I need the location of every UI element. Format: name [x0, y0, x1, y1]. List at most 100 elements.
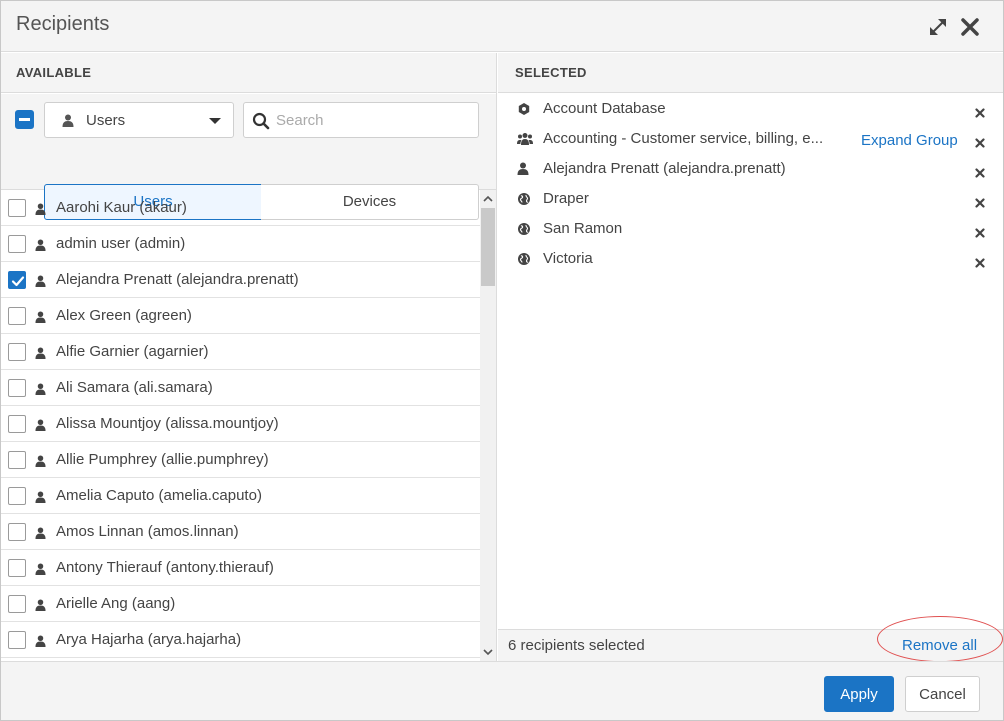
available-toolbar: Users Users Devices: [1, 94, 496, 220]
user-icon: [35, 562, 46, 575]
user-icon: [35, 634, 46, 647]
user-icon: [517, 162, 531, 176]
globe-icon: [517, 252, 531, 266]
search-input[interactable]: [276, 109, 472, 131]
remove-icon[interactable]: [975, 105, 985, 118]
user-icon: [35, 382, 46, 395]
search-icon: [252, 112, 270, 130]
scroll-down-icon[interactable]: [483, 647, 493, 657]
scrollbar-thumb[interactable]: [481, 208, 495, 286]
remove-icon[interactable]: [975, 135, 985, 148]
selected-item: San Ramon: [498, 214, 1003, 244]
item-checkbox[interactable]: [8, 523, 26, 541]
type-select-value: Users: [86, 112, 126, 129]
item-checkbox[interactable]: [8, 343, 26, 361]
selected-item: Alejandra Prenatt (alejandra.prenatt): [498, 154, 1003, 184]
selected-item-label: Accounting - Customer service, billing, …: [543, 130, 824, 147]
select-all-checkbox[interactable]: [15, 110, 34, 129]
list-item[interactable]: Aarohi Kaur (akaur): [1, 190, 496, 226]
user-icon: [35, 202, 46, 215]
user-icon: [35, 346, 46, 359]
remove-icon[interactable]: [975, 165, 985, 178]
user-icon: [35, 274, 46, 287]
item-checkbox[interactable]: [8, 271, 26, 289]
list-item[interactable]: Antony Thierauf (antony.thierauf): [1, 550, 496, 586]
remove-all-link[interactable]: Remove all: [902, 637, 977, 654]
item-label: Allie Pumphrey (allie.pumphrey): [56, 451, 269, 468]
list-item[interactable]: Ali Samara (ali.samara): [1, 370, 496, 406]
list-item[interactable]: Alex Green (agreen): [1, 298, 496, 334]
selected-item-label: San Ramon: [543, 220, 623, 237]
list-item[interactable]: Alfie Garnier (agarnier): [1, 334, 496, 370]
selected-count: 6 recipients selected: [508, 637, 645, 654]
selected-item: Accounting - Customer service, billing, …: [498, 124, 1003, 154]
available-list: Aarohi Kaur (akaur) admin user (admin) Ale…: [1, 190, 496, 661]
item-label: Amos Linnan (amos.linnan): [56, 523, 239, 540]
list-item[interactable]: Allie Pumphrey (allie.pumphrey): [1, 442, 496, 478]
selected-list: Account Database Accounting - Customer se…: [498, 94, 1003, 274]
selected-header: SELECTED: [498, 53, 1003, 93]
item-checkbox[interactable]: [8, 631, 26, 649]
selected-panel: SELECTED Account Database Accounting - Cu…: [498, 53, 1003, 662]
list-item[interactable]: Alissa Mountjoy (alissa.mountjoy): [1, 406, 496, 442]
selected-item-label: Victoria: [543, 250, 593, 267]
item-checkbox[interactable]: [8, 487, 26, 505]
selected-item-label: Draper: [543, 190, 589, 207]
item-label: Aarohi Kaur (akaur): [56, 199, 187, 216]
user-icon: [35, 598, 46, 611]
item-checkbox[interactable]: [8, 199, 26, 217]
item-checkbox[interactable]: [8, 307, 26, 325]
globe-icon: [517, 222, 531, 236]
list-item[interactable]: Amos Linnan (amos.linnan): [1, 514, 496, 550]
list-item[interactable]: Arielle Ang (aang): [1, 586, 496, 622]
search-box: [243, 102, 479, 138]
selected-item: Account Database: [498, 94, 1003, 124]
item-label: admin user (admin): [56, 235, 186, 252]
recipients-dialog: Recipients AVAILABLE Users Search Users …: [0, 0, 1004, 721]
item-checkbox[interactable]: [8, 451, 26, 469]
available-heading: AVAILABLE: [16, 65, 92, 80]
available-scrollbar[interactable]: [480, 190, 496, 661]
item-checkbox[interactable]: [8, 415, 26, 433]
remove-icon[interactable]: [975, 195, 985, 208]
list-item[interactable]: Alejandra Prenatt (alejandra.prenatt): [1, 262, 496, 298]
list-item[interactable]: Amelia Caputo (amelia.caputo): [1, 478, 496, 514]
selected-item: Victoria: [498, 244, 1003, 274]
item-label: Alex Green (agreen): [56, 307, 192, 324]
item-checkbox[interactable]: [8, 559, 26, 577]
remove-icon[interactable]: [975, 225, 985, 238]
list-item[interactable]: Arya Hajarha (arya.hajarha): [1, 622, 496, 658]
scroll-up-icon[interactable]: [483, 194, 493, 204]
user-icon: [35, 418, 46, 431]
hexagon-icon: [517, 102, 531, 116]
cancel-button[interactable]: Cancel: [905, 676, 980, 712]
group-icon: [517, 132, 533, 146]
selected-footer: 6 recipients selected Remove all: [498, 616, 1003, 662]
maximize-icon[interactable]: [927, 16, 949, 38]
user-icon: [35, 454, 46, 467]
user-icon: [35, 238, 46, 251]
item-label: Arielle Ang (aang): [56, 595, 176, 612]
expand-group-link[interactable]: Expand Group: [861, 132, 958, 149]
remove-icon[interactable]: [975, 255, 985, 268]
item-label: Arya Hajarha (arya.hajarha): [56, 631, 242, 648]
item-label: Ali Samara (ali.samara): [56, 379, 213, 396]
item-checkbox[interactable]: [8, 235, 26, 253]
selected-item-label: Account Database: [543, 100, 666, 117]
item-checkbox[interactable]: [8, 595, 26, 613]
item-checkbox[interactable]: [8, 379, 26, 397]
selected-item: Draper: [498, 184, 1003, 214]
chevron-down-icon: [209, 118, 221, 124]
user-icon: [35, 490, 46, 503]
available-header: AVAILABLE: [1, 53, 496, 93]
list-item[interactable]: admin user (admin): [1, 226, 496, 262]
user-icon: [35, 310, 46, 323]
item-label: Amelia Caputo (amelia.caputo): [56, 487, 262, 504]
apply-button[interactable]: Apply: [824, 676, 894, 712]
type-select[interactable]: Users: [44, 102, 234, 138]
user-icon: [35, 526, 46, 539]
title-bar: Recipients: [1, 1, 1003, 52]
dialog-actions: Apply Cancel: [1, 661, 1003, 720]
selected-heading: SELECTED: [515, 65, 587, 80]
close-icon[interactable]: [959, 16, 981, 38]
